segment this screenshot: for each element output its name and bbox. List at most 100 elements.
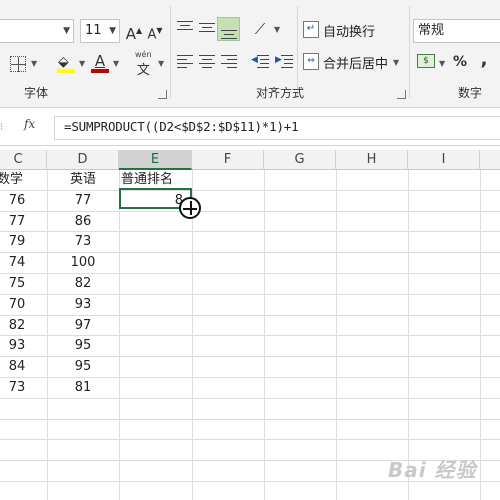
ribbon: ▼ 11 ▼ A▲ A▼ ▼ ⬙ ▼ A ▼ wén 文 ▼ 字体 ⟋ ▼ ◀ … <box>0 0 500 108</box>
cell-c[interactable]: 74 <box>0 253 37 273</box>
cell-c[interactable]: 数学 <box>0 170 37 190</box>
cell-e[interactable] <box>121 253 183 273</box>
cell-d[interactable]: 英语 <box>47 170 119 190</box>
cell-d[interactable]: 86 <box>47 212 119 232</box>
watermark-logo: Bai 经验 <box>388 458 477 482</box>
cell-e[interactable]: 普通排名 <box>121 170 191 190</box>
chevron-down-icon[interactable]: ▼ <box>31 59 37 68</box>
column-header-g[interactable]: G <box>264 150 336 170</box>
cell-d[interactable]: 97 <box>47 316 119 336</box>
wrap-text-label: 自动换行 <box>323 25 376 40</box>
accounting-icon: $ <box>417 54 435 68</box>
cell-d[interactable]: 77 <box>47 191 119 211</box>
cell-e[interactable] <box>121 212 183 232</box>
cell-d[interactable]: 95 <box>47 357 119 377</box>
border-grid-icon <box>10 56 26 72</box>
align-right-icon[interactable] <box>220 53 238 71</box>
column-header-d[interactable]: D <box>47 150 119 170</box>
cell-c[interactable]: 93 <box>0 336 37 356</box>
merge-center-icon: ⇔ <box>303 53 319 70</box>
chevron-down-icon: ▼ <box>109 26 116 36</box>
column-header-e[interactable]: E <box>119 150 192 170</box>
cell-e[interactable] <box>121 378 183 398</box>
excel-window: ▼ 11 ▼ A▲ A▼ ▼ ⬙ ▼ A ▼ wén 文 ▼ 字体 ⟋ ▼ ◀ … <box>0 0 500 500</box>
align-top-icon[interactable] <box>176 18 194 36</box>
percent-button[interactable]: % <box>450 52 470 72</box>
align-bottom-button[interactable] <box>217 17 240 41</box>
font-size-value: 11 <box>85 23 102 38</box>
align-center-icon[interactable] <box>198 53 216 71</box>
borders-button[interactable] <box>8 54 28 74</box>
accounting-format-button[interactable]: $ <box>416 52 436 72</box>
phonetic-guide-button[interactable]: wén 文 <box>133 50 157 78</box>
chevron-down-icon: ▼ <box>63 26 70 36</box>
cell-d[interactable]: 93 <box>47 295 119 315</box>
chevron-down-icon[interactable]: ▼ <box>79 59 85 68</box>
cell-d[interactable]: 95 <box>47 336 119 356</box>
formula-input[interactable]: =SUMPRODUCT((D2<$D$2:$D$11)*1)+1 <box>64 119 299 134</box>
insert-function-button[interactable]: fx <box>24 117 35 131</box>
cell-e[interactable] <box>121 357 183 377</box>
ribbon-separator <box>170 6 171 98</box>
cell-c[interactable]: 75 <box>0 274 37 294</box>
column-header-c[interactable]: C <box>0 150 47 170</box>
cell-e[interactable] <box>121 316 183 336</box>
formula-bar: ⁝ fx =SUMPRODUCT((D2<$D$2:$D$11)*1)+1 <box>0 108 500 146</box>
cell-d[interactable]: 82 <box>47 274 119 294</box>
align-middle-icon[interactable] <box>198 18 216 36</box>
cell-c[interactable]: 79 <box>0 232 37 252</box>
font-size-dropdown[interactable]: 11 ▼ <box>80 19 120 43</box>
increase-indent-icon[interactable]: ▶ <box>275 53 293 71</box>
column-header-row: C D E F G H I <box>0 150 500 170</box>
grow-font-button[interactable]: A▲ <box>124 21 144 43</box>
comma-button[interactable]: , <box>474 50 494 70</box>
chevron-down-icon[interactable]: ▼ <box>113 59 119 68</box>
decrease-indent-icon[interactable]: ◀ <box>251 53 269 71</box>
group-alignment-label: 对齐方式 <box>256 86 305 100</box>
font-color-swatch <box>91 69 109 73</box>
column-header-next[interactable] <box>480 150 500 170</box>
chevron-down-icon[interactable]: ▼ <box>158 59 164 68</box>
font-dialog-launcher-icon[interactable] <box>158 90 167 99</box>
cell-c[interactable]: 70 <box>0 295 37 315</box>
group-number-label: 数字 <box>458 86 483 100</box>
column-header-h[interactable]: H <box>336 150 408 170</box>
merge-center-label: 合并后居中 <box>323 57 389 72</box>
font-color-button[interactable]: A <box>90 51 110 73</box>
name-box-grip-icon: ⁝ <box>0 122 4 133</box>
cell-c[interactable]: 84 <box>0 357 37 377</box>
cell-d[interactable]: 73 <box>47 232 119 252</box>
font-name-dropdown[interactable]: ▼ <box>0 19 74 43</box>
column-header-i[interactable]: I <box>408 150 480 170</box>
chevron-down-icon: ▼ <box>393 58 400 67</box>
fx-icon: fx <box>24 117 36 131</box>
cell-e[interactable] <box>121 232 183 252</box>
chevron-down-icon[interactable]: ▼ <box>439 59 445 68</box>
column-header-f[interactable]: F <box>192 150 264 170</box>
shrink-font-button[interactable]: A▼ <box>145 21 165 42</box>
fill-color-button[interactable]: ⬙ <box>56 52 76 73</box>
number-format-dropdown[interactable]: 常规 <box>413 19 500 43</box>
cell-d[interactable]: 81 <box>47 378 119 398</box>
orientation-icon[interactable]: ⟋ <box>250 19 270 39</box>
merge-center-button[interactable]: ⇔ 合并后居中 ▼ <box>303 52 403 74</box>
chevron-down-icon[interactable]: ▼ <box>274 25 280 34</box>
phonetic-char: 文 <box>137 63 151 78</box>
cell-c[interactable]: 73 <box>0 378 37 398</box>
number-format-value: 常规 <box>418 23 445 38</box>
cross-cursor-icon <box>179 197 201 219</box>
cell-c[interactable]: 77 <box>0 212 37 232</box>
cell-e[interactable] <box>121 274 183 294</box>
cell-c[interactable]: 76 <box>0 191 37 211</box>
cell-d[interactable]: 100 <box>47 253 119 273</box>
align-bottom-icon <box>220 21 238 39</box>
alignment-dialog-launcher-icon[interactable] <box>397 90 406 99</box>
ribbon-separator <box>409 6 410 98</box>
align-left-icon[interactable] <box>176 53 194 71</box>
fill-color-swatch <box>57 69 75 73</box>
cell-c[interactable]: 82 <box>0 316 37 336</box>
cell-e[interactable] <box>121 336 183 356</box>
cell-e[interactable] <box>121 295 183 315</box>
wrap-text-button[interactable]: ↵ 自动换行 <box>303 20 403 42</box>
wrap-text-icon: ↵ <box>303 21 319 38</box>
